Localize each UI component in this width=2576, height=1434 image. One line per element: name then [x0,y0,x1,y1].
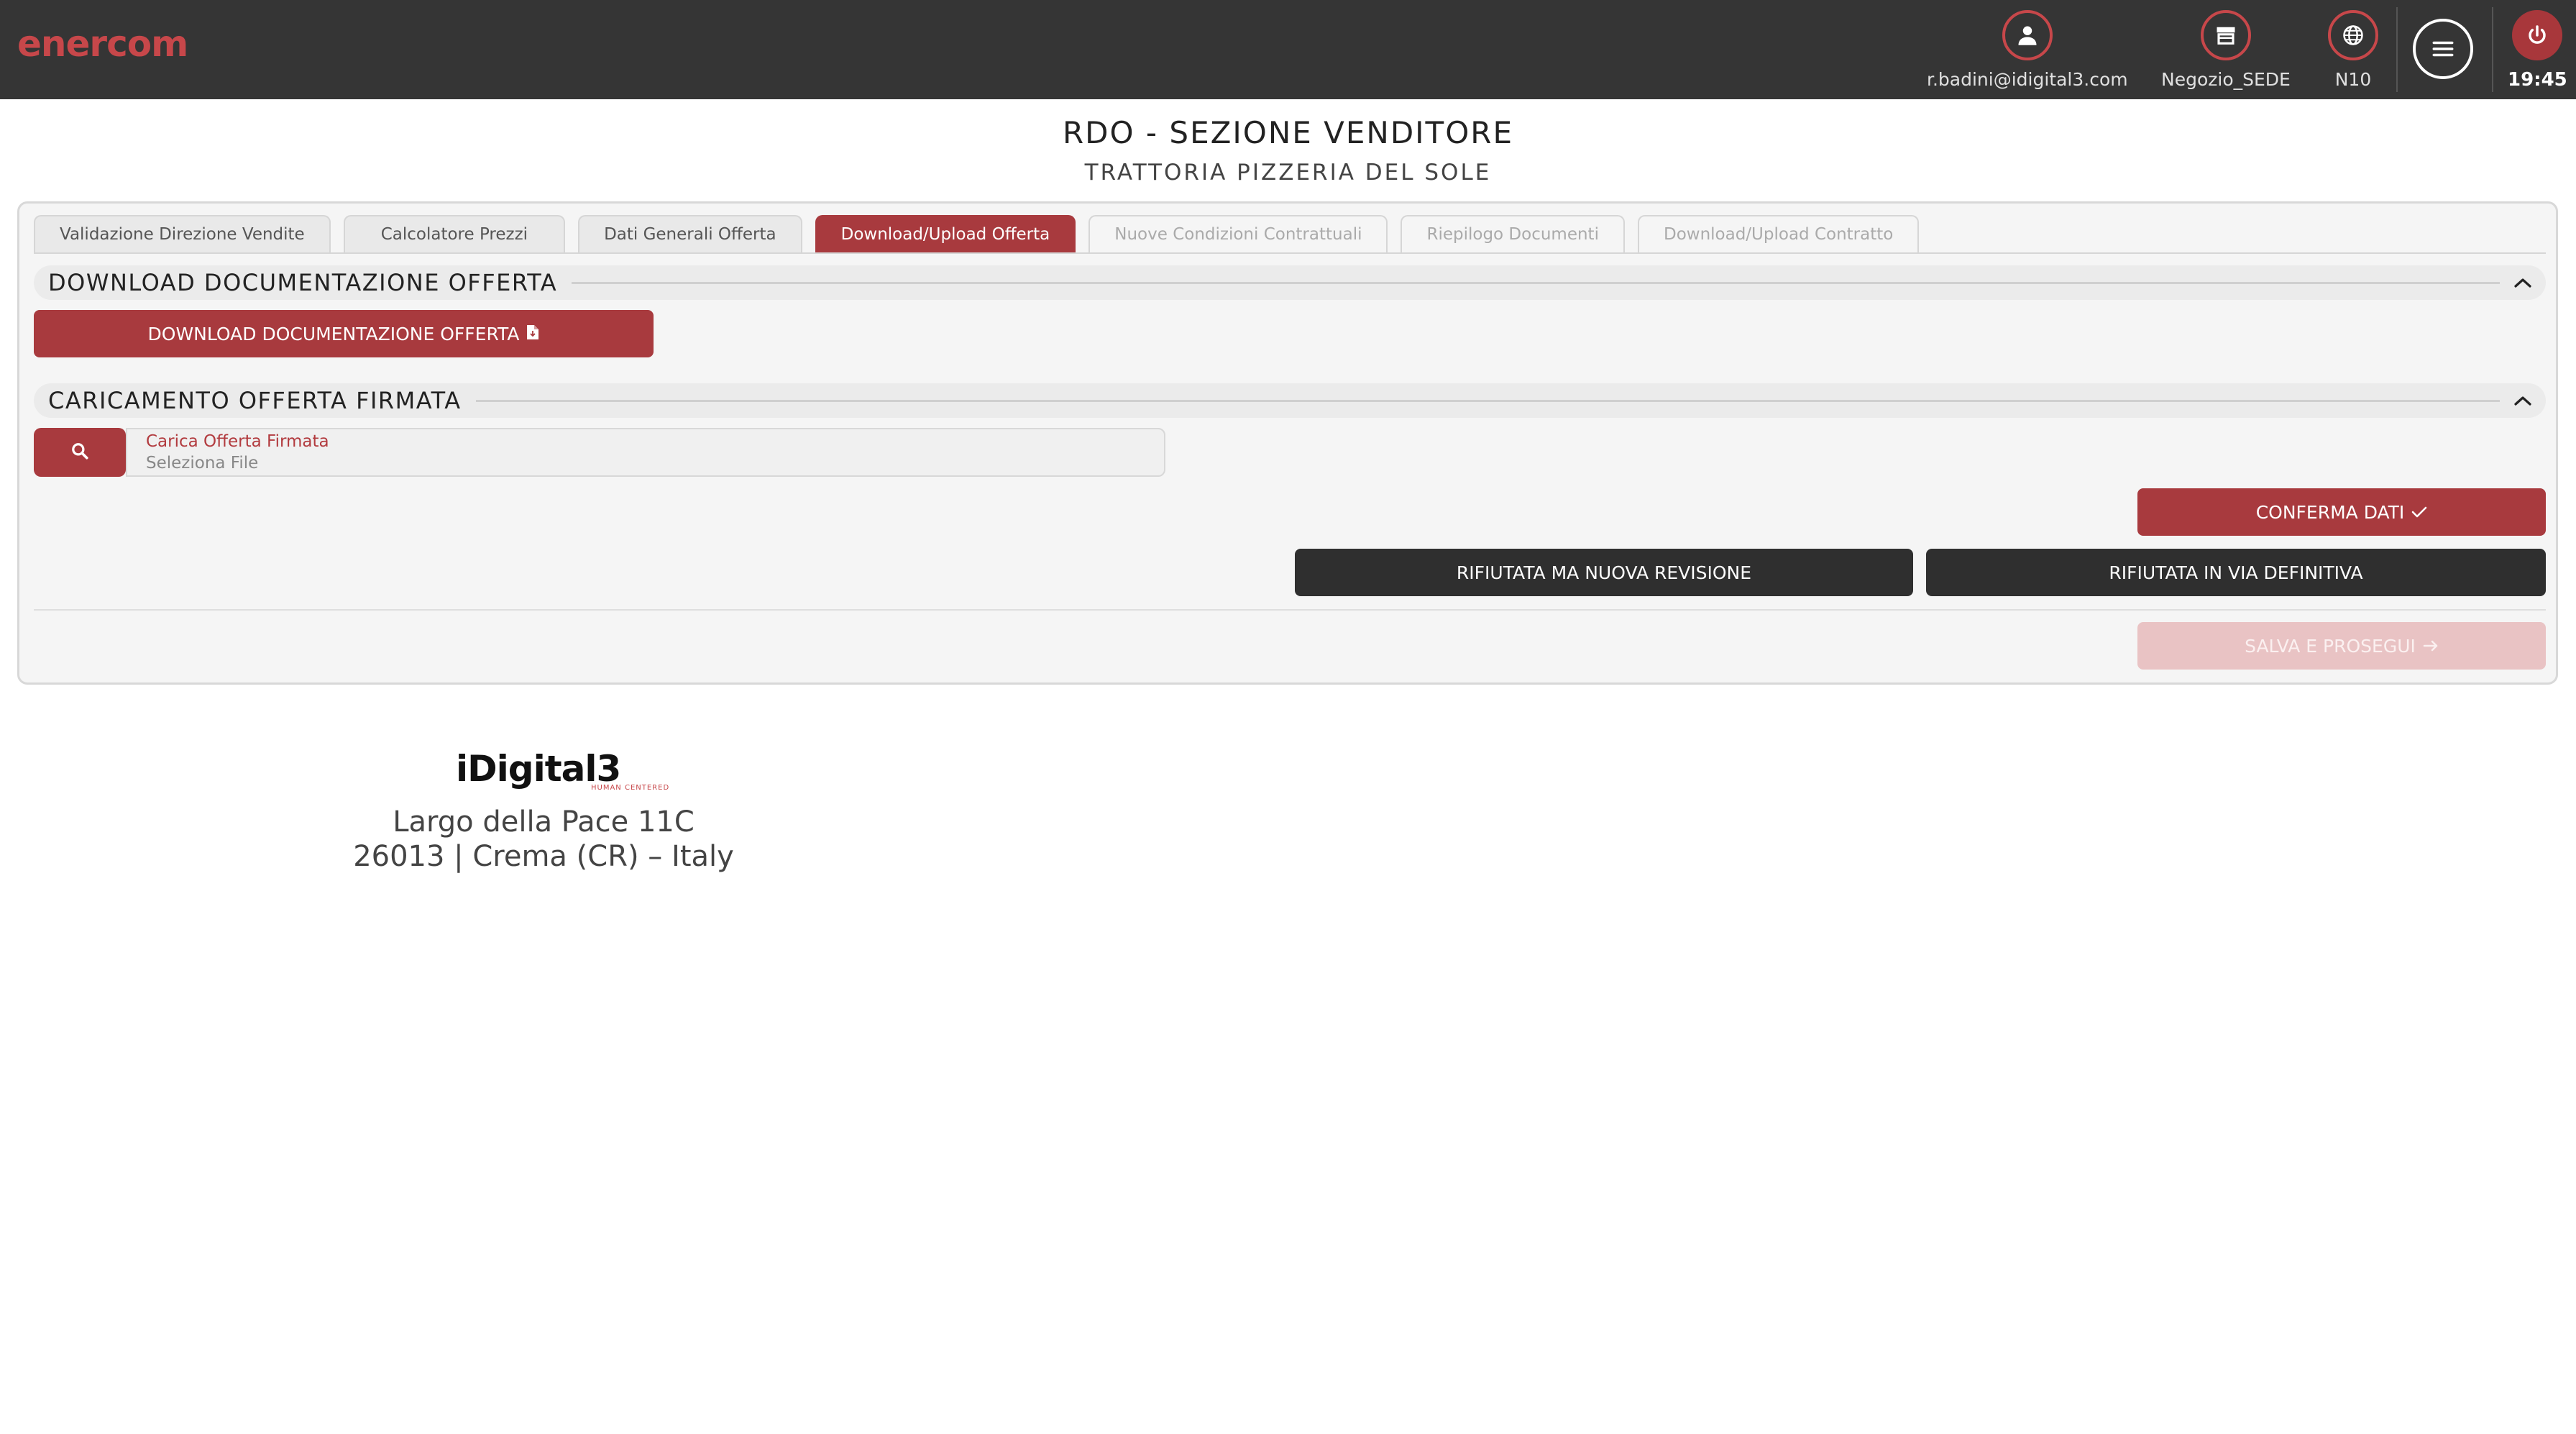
hamburger-menu-icon[interactable] [2413,19,2473,79]
rejected-definitive-button[interactable]: RIFIUTATA IN VIA DEFINITIVA [1926,549,2546,596]
upload-section-header[interactable]: CARICAMENTO OFFERTA FIRMATA [34,383,2546,418]
globe-icon[interactable] [2328,10,2378,60]
footer-address-line1: Largo della Pace 11C [393,805,695,839]
app-logo[interactable]: enercom [17,23,188,65]
offer-card: Validazione Direzione Vendite Calcolator… [17,201,2558,685]
footer-logo-tag: HUMAN CENTERED [591,784,670,792]
upload-section-title: CARICAMENTO OFFERTA FIRMATA [48,387,462,414]
chevron-up-icon[interactable] [2500,277,2546,288]
user-icon[interactable] [2002,10,2053,60]
topbar-divider [2396,7,2398,92]
download-documentation-button[interactable]: DOWNLOAD DOCUMENTAZIONE OFFERTA [34,310,654,357]
tab-validazione-direzione-vendite[interactable]: Validazione Direzione Vendite [34,215,331,252]
idigital3-logo: iDigital3 HUMAN CENTERED [456,748,669,792]
clock-time: 19:45 [2508,69,2567,91]
download-section-header[interactable]: DOWNLOAD DOCUMENTAZIONE OFFERTA [34,265,2546,300]
tab-dati-generali-offerta[interactable]: Dati Generali Offerta [578,215,802,252]
tab-download-upload-contratto: Download/Upload Contratto [1637,215,1920,252]
footer-address-line2: 26013 | Crema (CR) – Italy [353,840,734,873]
tab-download-upload-offerta[interactable]: Download/Upload Offerta [815,215,1076,252]
signed-offer-file-input[interactable]: Carica Offerta Firmata Seleziona File [126,428,1165,477]
file-download-icon [526,324,539,344]
section-divider-line [572,281,2500,284]
search-icon [70,442,89,463]
power-icon[interactable] [2512,10,2563,60]
page-subtitle: TRATTORIA PIZZERIA DEL SOLE [1084,160,1492,186]
user-menu[interactable]: r.badini@idigital3.com [1927,10,2128,90]
user-email: r.badini@idigital3.com [1927,69,2128,90]
logout-control[interactable]: 19:45 [2508,10,2567,91]
store-name: Negozio_SEDE [2161,69,2291,90]
save-button-label: SALVA E PROSEGUI [2245,635,2416,657]
region-code: N10 [2334,69,2372,90]
file-input-label: Carica Offerta Firmata [146,432,329,451]
download-section-title: DOWNLOAD DOCUMENTAZIONE OFFERTA [48,269,558,296]
section-divider-line [475,399,2500,402]
browse-file-button[interactable] [34,428,126,477]
page-title: RDO - SEZIONE VENDITORE [1062,115,1513,150]
save-and-continue-button[interactable]: SALVA E PROSEGUI [2137,622,2546,670]
tab-calcolatore-prezzi[interactable]: Calcolatore Prezzi [343,215,566,252]
store-icon[interactable] [2200,10,2251,60]
chevron-up-icon[interactable] [2500,395,2546,406]
download-button-label: DOWNLOAD DOCUMENTAZIONE OFFERTA [147,323,520,344]
store-menu[interactable]: Negozio_SEDE [2161,10,2291,90]
top-bar: enercom r.badini@idigital3.com Negozio_S… [0,0,2576,99]
actions-separator [34,609,2546,611]
confirm-data-button[interactable]: CONFERMA DATI [2137,488,2546,536]
check-icon [2411,502,2427,523]
region-menu[interactable]: N10 [2328,10,2378,90]
topbar-divider [2492,7,2493,92]
tabs-underline [34,252,2546,254]
file-input-placeholder: Seleziona File [146,454,259,472]
tab-riepilogo-documenti: Riepilogo Documenti [1401,215,1625,252]
arrow-right-icon [2423,636,2439,657]
rejected-new-revision-button[interactable]: RIFIUTATA MA NUOVA REVISIONE [1295,549,1913,596]
step-tabs: Validazione Direzione Vendite Calcolator… [34,215,1920,252]
tab-nuove-condizioni-contrattuali: Nuove Condizioni Contrattuali [1088,215,1388,252]
confirm-button-label: CONFERMA DATI [2255,501,2405,523]
